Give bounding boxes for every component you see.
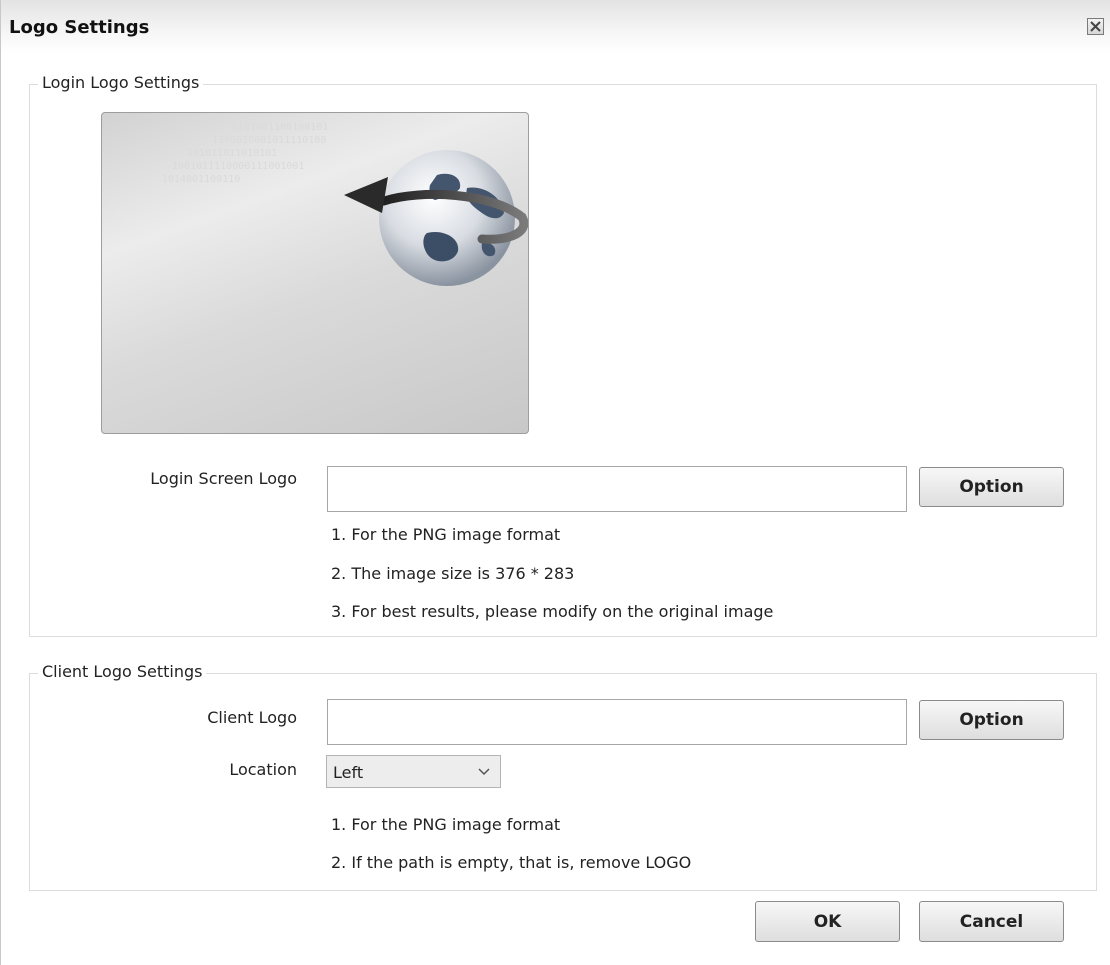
login-note-2: 2. The image size is 376 * 283 bbox=[331, 564, 575, 583]
preview-binary-text: 0101001100100101 1100010001011110100 101… bbox=[162, 122, 329, 185]
close-button[interactable] bbox=[1087, 18, 1104, 35]
client-logo-input[interactable] bbox=[327, 699, 907, 745]
client-logo-label: Client Logo bbox=[207, 708, 297, 727]
dialog-title: Logo Settings bbox=[9, 17, 150, 38]
chevron-down-icon bbox=[478, 768, 490, 776]
location-select[interactable]: Left bbox=[326, 755, 501, 788]
client-logo-legend: Client Logo Settings bbox=[38, 662, 207, 681]
location-select-value: Left bbox=[333, 763, 364, 782]
globe-arrow-icon bbox=[344, 150, 528, 286]
close-icon bbox=[1090, 21, 1101, 32]
logo-settings-dialog: Logo Settings Login Logo Settings 010100… bbox=[0, 0, 1110, 965]
login-note-1: 1. For the PNG image format bbox=[331, 525, 561, 544]
ok-button[interactable]: OK bbox=[755, 901, 900, 942]
client-note-1: 1. For the PNG image format bbox=[331, 815, 561, 834]
login-screen-logo-input[interactable] bbox=[327, 466, 907, 512]
title-bar: Logo Settings bbox=[1, 0, 1110, 54]
login-logo-preview: 0101001100100101 1100010001011110100 101… bbox=[101, 112, 529, 434]
login-logo-legend: Login Logo Settings bbox=[38, 73, 204, 92]
client-logo-option-button[interactable]: Option bbox=[919, 700, 1064, 740]
cancel-button[interactable]: Cancel bbox=[919, 901, 1064, 942]
login-note-3: 3. For best results, please modify on th… bbox=[331, 602, 774, 621]
login-logo-option-button[interactable]: Option bbox=[919, 467, 1064, 507]
client-note-2: 2. If the path is empty, that is, remove… bbox=[331, 853, 692, 872]
location-label: Location bbox=[229, 760, 297, 779]
login-screen-logo-label: Login Screen Logo bbox=[150, 469, 297, 488]
